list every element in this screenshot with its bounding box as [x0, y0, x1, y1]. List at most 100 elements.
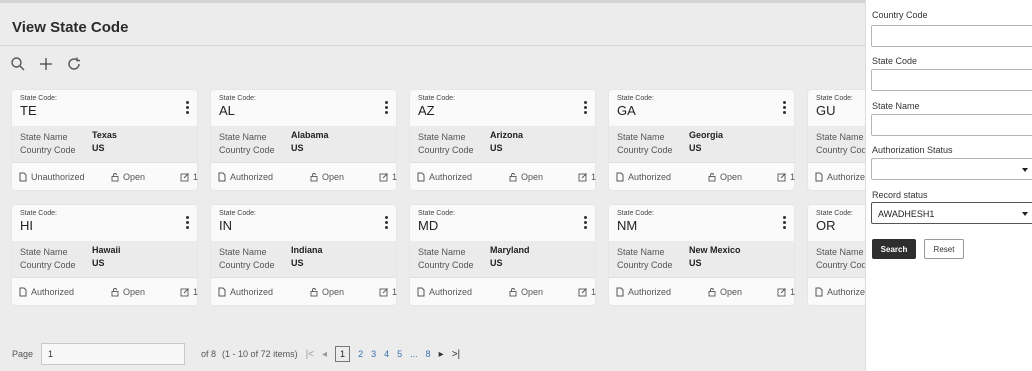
prev-page-button[interactable]: ◂ — [322, 349, 327, 360]
country-code-value: US — [92, 258, 105, 268]
card-details: State Name Country Code — [808, 126, 865, 162]
country-code-label: Country Code — [219, 145, 275, 155]
card-details: State Name Maryland Country Code US — [410, 241, 595, 277]
card-details: State Name Texas Country Code US — [12, 126, 197, 162]
last-page-button[interactable]: >| — [452, 349, 460, 360]
record-status-text: Open — [322, 172, 345, 182]
more-options-icon[interactable] — [183, 215, 191, 231]
state-name-label: State Name — [617, 247, 665, 257]
card-header: State Code: OR — [808, 205, 865, 241]
page-button-8[interactable]: 8 — [426, 349, 431, 359]
modification-count: 1 — [578, 172, 596, 182]
state-code-value: IN — [219, 218, 232, 233]
state-code-value: OR — [816, 218, 836, 233]
state-name-label: State Name — [20, 132, 68, 142]
modification-count: 1 — [578, 287, 596, 297]
modification-count: 1 — [180, 172, 198, 182]
next-page-button[interactable]: ▸ — [439, 349, 444, 360]
first-page-button[interactable]: |< — [306, 349, 314, 360]
country-code-field[interactable] — [871, 25, 1032, 47]
record-status-select[interactable]: AWADHESH1 — [871, 202, 1032, 224]
more-options-icon[interactable] — [780, 215, 788, 231]
state-card[interactable]: State Code: GA State Name Georgia Country Co… — [609, 90, 795, 190]
state-name-value: Arizona — [490, 130, 524, 140]
document-icon — [416, 287, 426, 297]
unlock-icon — [110, 172, 120, 182]
authorization-status: Authorized — [217, 287, 273, 297]
state-card[interactable]: State Code: HI State Name Hawaii Country Cod… — [12, 205, 198, 305]
state-code-label: State Code — [872, 56, 918, 66]
country-code-label: Country Code — [617, 260, 673, 270]
unlock-icon — [309, 287, 319, 297]
country-code-label: Country Code — [20, 260, 76, 270]
authorization-status-text: Authorized — [31, 287, 75, 297]
country-code-value: US — [490, 258, 503, 268]
authorization-status-select[interactable] — [871, 158, 1032, 180]
state-code-label: State Code: — [418, 210, 455, 217]
modification-count: 1 — [777, 172, 795, 182]
page-button-2[interactable]: 2 — [358, 349, 363, 359]
card-header: State Code: AL — [211, 90, 396, 126]
card-details: State Name Country Code — [808, 241, 865, 277]
state-code-value: GU — [816, 103, 836, 118]
country-code-value: US — [291, 258, 304, 268]
page-button-3[interactable]: 3 — [371, 349, 376, 359]
card-header: State Code: MD — [410, 205, 595, 241]
state-card[interactable]: State Code: MD State Name Maryland Country C… — [410, 205, 596, 305]
state-card[interactable]: State Code:GU State Name Country Code Autho… — [808, 90, 865, 190]
card-footer: Authorized Open 1 — [410, 162, 596, 190]
state-code-label: State Code: — [418, 95, 455, 102]
authorization-status: Authorized — [217, 172, 273, 182]
modification-count: 1 — [379, 172, 397, 182]
record-status: Open — [707, 172, 742, 182]
document-icon — [615, 172, 625, 182]
more-options-icon[interactable] — [581, 100, 589, 116]
chevron-down-icon — [1022, 168, 1028, 172]
page-button-1[interactable]: 1 — [335, 346, 351, 362]
authorization-status-text: Authorized — [230, 172, 274, 182]
country-code-label: Country Code — [418, 145, 474, 155]
state-card[interactable]: State Code: IN State Name Indiana Country Co… — [211, 205, 397, 305]
page-of-text: of 8 — [201, 349, 217, 359]
page-button-4[interactable]: 4 — [384, 349, 389, 359]
page-number-input[interactable] — [41, 343, 186, 365]
document-icon — [18, 172, 28, 182]
refresh-icon[interactable] — [66, 56, 82, 72]
state-card[interactable]: State Code:OR State Name Country Code Autho… — [808, 205, 865, 305]
state-code-field[interactable] — [871, 69, 1032, 91]
more-options-icon[interactable] — [581, 215, 589, 231]
add-icon[interactable] — [38, 56, 54, 72]
record-status-value: AWADHESH1 — [878, 209, 935, 219]
document-icon — [217, 287, 227, 297]
state-name-label: State Name — [816, 132, 864, 142]
modification-count: 1 — [777, 287, 795, 297]
modification-count-text: 1 — [392, 172, 398, 182]
record-status: Open — [309, 287, 344, 297]
more-options-icon[interactable] — [382, 215, 390, 231]
state-code-value: AL — [219, 103, 235, 118]
reset-button[interactable]: Reset — [924, 239, 964, 259]
card-header: State Code: GA — [609, 90, 794, 126]
more-options-icon[interactable] — [183, 100, 191, 116]
state-card[interactable]: State Code: AZ State Name Arizona Country Co… — [410, 90, 596, 190]
more-options-icon[interactable] — [382, 100, 390, 116]
state-card[interactable]: State Code: AL State Name Alabama Country Co… — [211, 90, 397, 190]
page-button-5[interactable]: 5 — [397, 349, 402, 359]
state-card[interactable]: State Code: NM State Name New Mexico Country… — [609, 205, 795, 305]
record-status: Open — [508, 287, 543, 297]
card-header: State Code: AZ — [410, 90, 595, 126]
state-code-label: State Code: — [816, 210, 853, 217]
modification-count-text: 1 — [790, 287, 796, 297]
country-code-value: US — [490, 143, 503, 153]
state-name-field[interactable] — [871, 114, 1032, 136]
authorization-status: Authorized — [18, 287, 74, 297]
search-icon[interactable] — [10, 56, 26, 72]
authorization-status-text: Authorized — [230, 287, 274, 297]
more-options-icon[interactable] — [780, 100, 788, 116]
state-card[interactable]: State Code: TE State Name Texas Country Code… — [12, 90, 198, 190]
country-code-label: Country Code — [20, 145, 76, 155]
record-status: Open — [309, 172, 344, 182]
search-button[interactable]: Search — [872, 239, 916, 259]
state-code-label: State Code: — [219, 210, 256, 217]
authorization-status: Authorized — [814, 287, 865, 297]
